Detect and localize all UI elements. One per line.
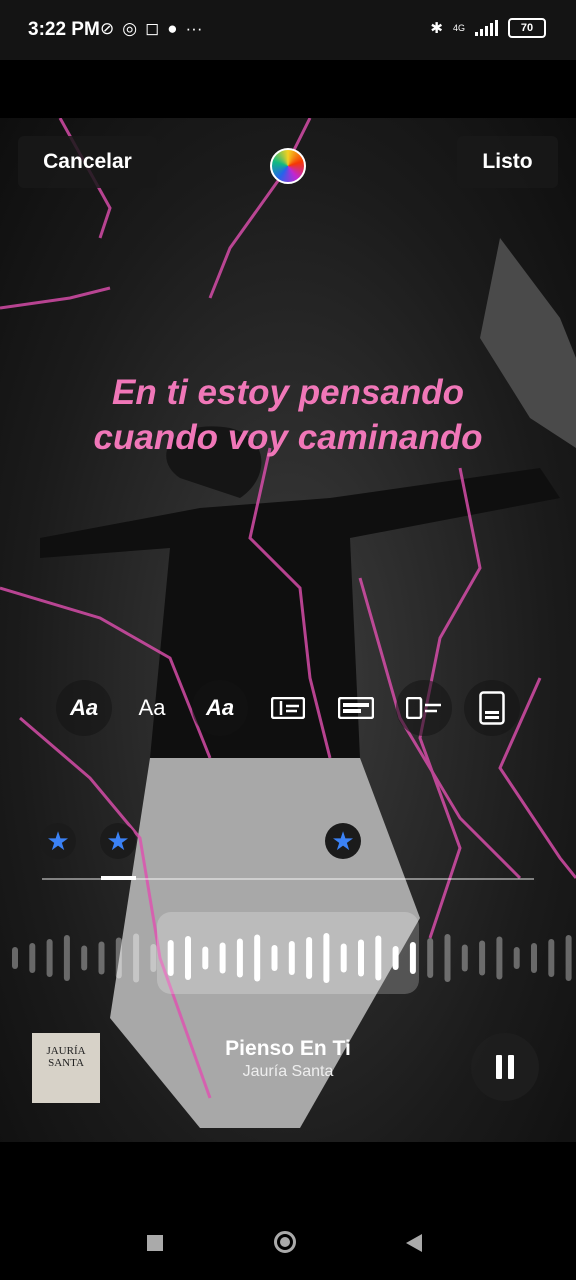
waveform-bar [81,945,88,971]
discord-icon: ● [167,19,178,38]
waveform-bar [496,936,503,980]
story-editor[interactable]: Cancelar Listo En ti estoy pensando cuan… [0,118,576,1142]
layout-card-button[interactable] [328,680,384,736]
waveform-bar [461,944,468,972]
waveform-bar [98,941,105,975]
waveform-bar [340,943,347,973]
lyric-layout-left-icon [271,697,305,719]
music-info: JAURÍA SANTA Pienso En Ti Jauría Santa [0,1025,576,1105]
waveform-bar [133,933,140,983]
signal-icon [475,20,498,36]
waveform-bar [202,946,209,970]
waveform-bar [12,947,18,969]
star-icon[interactable]: ★ [325,823,361,859]
pause-icon [496,1055,502,1079]
waveform-bar [513,947,520,969]
lyric-text[interactable]: En ti estoy pensando cuando voy caminand… [0,370,576,460]
instagram-icon: ◻ [145,19,160,38]
muted-vibrate-icon: ⊘ [100,19,115,38]
waveform-bar [323,933,330,983]
waveform-bar [219,942,226,974]
waveform-bar [531,943,537,973]
waveform-bar [479,940,486,976]
waveform-bar [271,945,278,971]
navigation-bar [0,1142,576,1280]
timeline-progress [101,876,136,880]
bluetooth-icon: ✱ [430,20,443,37]
lyric-layout-card-icon [338,697,374,719]
waveform-bar [115,937,122,979]
status-time: 3:22 PM [28,19,100,40]
waveform-bar [63,935,70,981]
waveform-bar [565,935,572,981]
recents-button[interactable] [147,1235,163,1251]
back-button[interactable] [406,1234,422,1252]
more-icon: ··· [185,19,203,38]
star-icon[interactable]: ★ [40,823,76,859]
waveform-bar [375,935,382,981]
style-bold-italic-button[interactable]: Aa [56,680,112,736]
style-regular-button[interactable]: Aa [124,680,180,736]
layout-left-button[interactable] [260,680,316,736]
color-picker-button[interactable] [270,148,306,184]
waveform-bar [427,938,434,978]
layout-page-button[interactable] [464,680,520,736]
waveform-bar [392,946,399,970]
style-italic-button[interactable]: Aa [192,680,248,736]
lyric-layout-line-icon [406,697,441,719]
waveform-bar [288,941,295,975]
waveform-bar [150,944,157,972]
status-bar: 3:22 PM ⊘ ◎ ◻ ● ··· ✱ 4G 70 [0,0,576,60]
done-button[interactable]: Listo [457,136,558,188]
waveform-bar [46,939,53,977]
waveform-bar [254,934,261,982]
waveform-bar [358,939,364,977]
waveform-bar [548,939,555,977]
lyric-line-1: En ti estoy pensando [112,373,464,412]
lyric-line-2: cuando voy caminando [93,418,483,457]
audio-waveform[interactable] [0,913,576,1003]
lyric-style-toolbar: Aa Aa Aa [56,680,520,736]
lyric-layout-page-icon [479,691,505,725]
cancel-button[interactable]: Cancelar [18,136,157,188]
battery-icon: 70 [508,18,546,38]
network-type: 4G [452,23,465,33]
waveform-bar [444,934,451,982]
waveform-bar [409,942,416,974]
waveform-bar [167,940,174,976]
pause-button[interactable] [471,1033,539,1101]
whatsapp-icon: ◎ [122,19,138,38]
waveform-bar [306,937,313,979]
waveform-bar [236,938,243,978]
home-button[interactable] [274,1231,296,1253]
layout-line-button[interactable] [396,680,452,736]
waveform-bar [185,936,191,980]
waveform-bar [29,943,36,973]
star-icon[interactable]: ★ [100,823,136,859]
